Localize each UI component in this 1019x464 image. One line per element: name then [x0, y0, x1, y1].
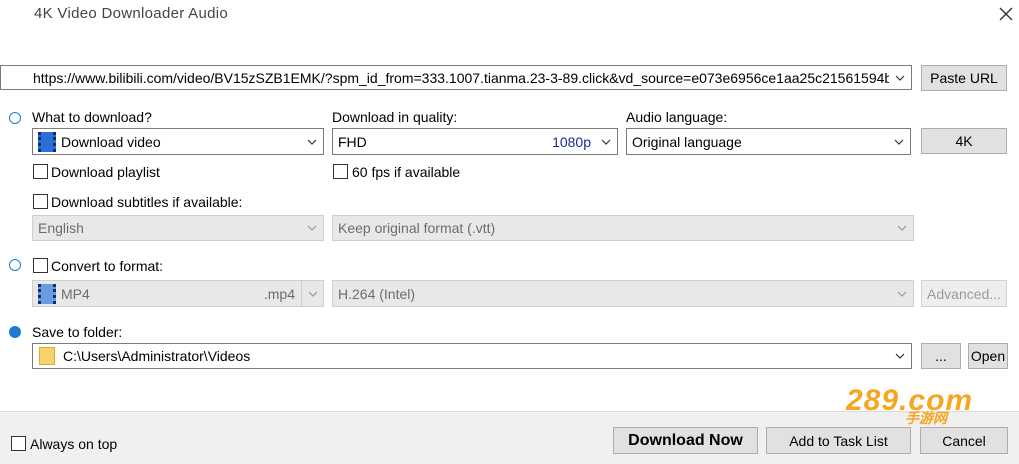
folder-icon: [39, 347, 55, 365]
save-label: Save to folder:: [32, 324, 123, 340]
video-icon: [38, 283, 56, 304]
watermark-subtext: 手游网: [905, 410, 947, 426]
folder-path: C:\Users\Administrator\Videos: [63, 348, 251, 364]
download-dialog: 4K Video Downloader Audio https://www.bi…: [0, 0, 1019, 464]
chevron-down-icon[interactable]: [888, 129, 910, 154]
url-combobox[interactable]: https://www.bilibili.com/video/BV15zSZB1…: [0, 65, 912, 90]
subtitles-checkbox[interactable]: [33, 194, 48, 209]
chevron-down-icon[interactable]: [301, 281, 323, 306]
playlist-label: Download playlist: [51, 164, 160, 180]
add-to-task-list-button[interactable]: Add to Task List: [766, 427, 911, 454]
audio-value: Original language: [632, 133, 742, 150]
codec-select[interactable]: H.264 (Intel): [332, 280, 914, 307]
what-radio[interactable]: [9, 112, 21, 124]
quality-select[interactable]: FHD 1080p: [332, 128, 618, 155]
chevron-down-icon[interactable]: [301, 129, 323, 154]
chevron-down-icon[interactable]: [301, 216, 323, 240]
cancel-button[interactable]: Cancel: [920, 427, 1008, 454]
url-text: https://www.bilibili.com/video/BV15zSZB1…: [33, 69, 889, 86]
chevron-down-icon[interactable]: [891, 216, 913, 240]
what-value: Download video: [61, 133, 161, 150]
playlist-checkbox[interactable]: [33, 164, 48, 179]
audio-select[interactable]: Original language: [626, 128, 911, 155]
convert-format-select[interactable]: MP4 .mp4: [32, 280, 324, 307]
always-on-top-checkbox[interactable]: [11, 436, 26, 451]
subtitles-label: Download subtitles if available:: [51, 194, 243, 210]
window-title: 4K Video Downloader Audio: [34, 5, 229, 22]
quality-resolution: 1080p: [552, 133, 591, 150]
4k-button[interactable]: 4K: [921, 128, 1007, 154]
fps-label: 60 fps if available: [352, 164, 461, 180]
convert-label: Convert to format:: [51, 258, 164, 274]
chevron-down-icon[interactable]: [595, 129, 617, 154]
what-select[interactable]: Download video: [32, 128, 324, 155]
convert-radio[interactable]: [9, 259, 21, 271]
what-label: What to download?: [32, 109, 152, 125]
codec-value: H.264 (Intel): [338, 285, 416, 302]
video-icon: [38, 131, 56, 152]
audio-label: Audio language:: [626, 109, 728, 125]
convert-format-value: MP4: [61, 285, 90, 302]
browse-button[interactable]: ...: [921, 343, 961, 369]
subtitle-format-select[interactable]: Keep original format (.vtt): [332, 215, 914, 241]
save-radio[interactable]: [9, 326, 21, 338]
subtitle-language-value: English: [38, 220, 84, 236]
chevron-down-icon[interactable]: [891, 281, 913, 306]
open-folder-button[interactable]: Open: [968, 343, 1008, 369]
download-now-button[interactable]: Download Now: [613, 427, 758, 454]
close-icon[interactable]: [994, 2, 1018, 26]
chevron-down-icon[interactable]: [889, 66, 911, 89]
quality-value: FHD: [338, 133, 367, 150]
chevron-down-icon[interactable]: [889, 344, 911, 368]
folder-select[interactable]: C:\Users\Administrator\Videos: [32, 343, 912, 369]
convert-ext: .mp4: [263, 285, 295, 302]
quality-label: Download in quality:: [332, 109, 458, 125]
subtitle-format-value: Keep original format (.vtt): [338, 220, 496, 236]
always-on-top-label: Always on top: [30, 436, 118, 452]
subtitle-language-select[interactable]: English: [32, 215, 324, 241]
paste-url-button[interactable]: Paste URL: [921, 65, 1007, 91]
convert-checkbox[interactable]: [33, 258, 48, 273]
advanced-button[interactable]: Advanced...: [921, 280, 1007, 307]
fps-checkbox[interactable]: [333, 164, 348, 179]
